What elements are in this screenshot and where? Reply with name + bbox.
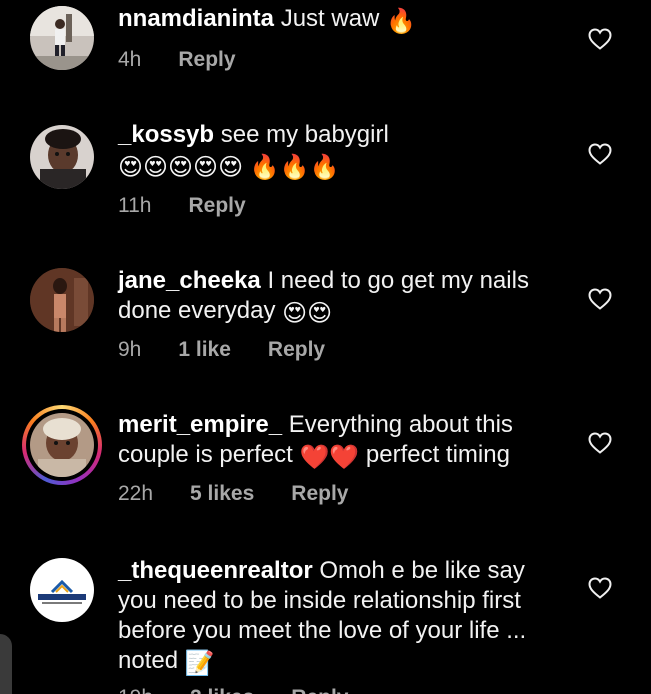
reply-button[interactable]: Reply: [188, 194, 245, 218]
comment-username[interactable]: _thequeenrealtor: [118, 557, 313, 584]
comment-username[interactable]: merit_empire_: [118, 411, 282, 438]
comment-emoji: ❤️❤️: [299, 444, 360, 471]
comment-time: 11h: [118, 194, 152, 217]
avatar[interactable]: [30, 558, 94, 622]
likes-count[interactable]: 5 likes: [190, 482, 254, 506]
comment-emoji: 🔥: [386, 8, 416, 35]
comment-time: 22h: [118, 482, 154, 505]
reply-button[interactable]: Reply: [268, 338, 325, 362]
heart-outline-icon[interactable]: [588, 288, 612, 310]
comment-emoji: 😍😍: [282, 300, 333, 327]
comment-body: merit_empire_ Everything about this coup…: [118, 410, 558, 473]
avatar-photo: [30, 413, 94, 477]
comment-body: nnamdianinta Just waw 🔥: [118, 4, 558, 37]
comment-body: _thequeenrealtor Omoh e be like say you …: [118, 556, 558, 679]
likes-count[interactable]: 2 likes: [190, 686, 254, 694]
comment-text: see my babygirl: [220, 121, 389, 148]
avatar-photo: [30, 268, 94, 332]
heart-outline-icon[interactable]: [588, 143, 612, 165]
comment-time: 19h: [118, 686, 153, 694]
likes-count[interactable]: 1 like: [178, 338, 231, 362]
comment-meta: 9h 1 like Reply: [118, 338, 325, 362]
heart-outline-icon[interactable]: [588, 28, 612, 50]
comment-time: 9h: [118, 338, 142, 361]
comment-emoji: 😍😍😍😍😍 🔥🔥🔥: [118, 154, 340, 181]
avatar: [30, 413, 94, 477]
avatar[interactable]: [30, 268, 94, 332]
avatar-photo: [30, 6, 94, 70]
reply-button[interactable]: Reply: [178, 48, 235, 72]
comments-screen: nnamdianinta Just waw 🔥 4h Reply _kossyb: [0, 0, 651, 694]
reply-button[interactable]: Reply: [291, 482, 348, 506]
comment-time: 4h: [118, 48, 142, 71]
comment-username[interactable]: nnamdianinta: [118, 5, 274, 32]
avatar-ring-inner: [26, 409, 98, 481]
comment-meta: 22h 5 likes Reply: [118, 482, 348, 506]
comment-body: jane_cheeka I need to go get my nails do…: [118, 266, 558, 329]
comment-emoji: 📝: [184, 650, 215, 677]
avatar-photo: [30, 125, 94, 189]
reply-button[interactable]: Reply: [291, 686, 348, 694]
heart-outline-icon[interactable]: [588, 577, 612, 599]
comment-text: Just waw: [280, 5, 380, 32]
comment-meta: 19h 2 likes Reply: [118, 686, 348, 694]
comment-username[interactable]: jane_cheeka: [118, 267, 261, 294]
avatar-story-ring[interactable]: [22, 405, 102, 485]
edge-swipe-handle[interactable]: [0, 634, 12, 694]
comment-body: _kossyb see my babygirl 😍😍😍😍😍 🔥🔥🔥: [118, 120, 558, 183]
heart-outline-icon[interactable]: [588, 432, 612, 454]
comment-text-tail: perfect timing: [365, 441, 510, 468]
comment-meta: 4h Reply: [118, 48, 236, 72]
avatar[interactable]: [30, 125, 94, 189]
avatar[interactable]: [30, 6, 94, 70]
comment-meta: 11h Reply: [118, 194, 246, 218]
avatar-photo: [30, 558, 94, 622]
comment-username[interactable]: _kossyb: [118, 121, 214, 148]
